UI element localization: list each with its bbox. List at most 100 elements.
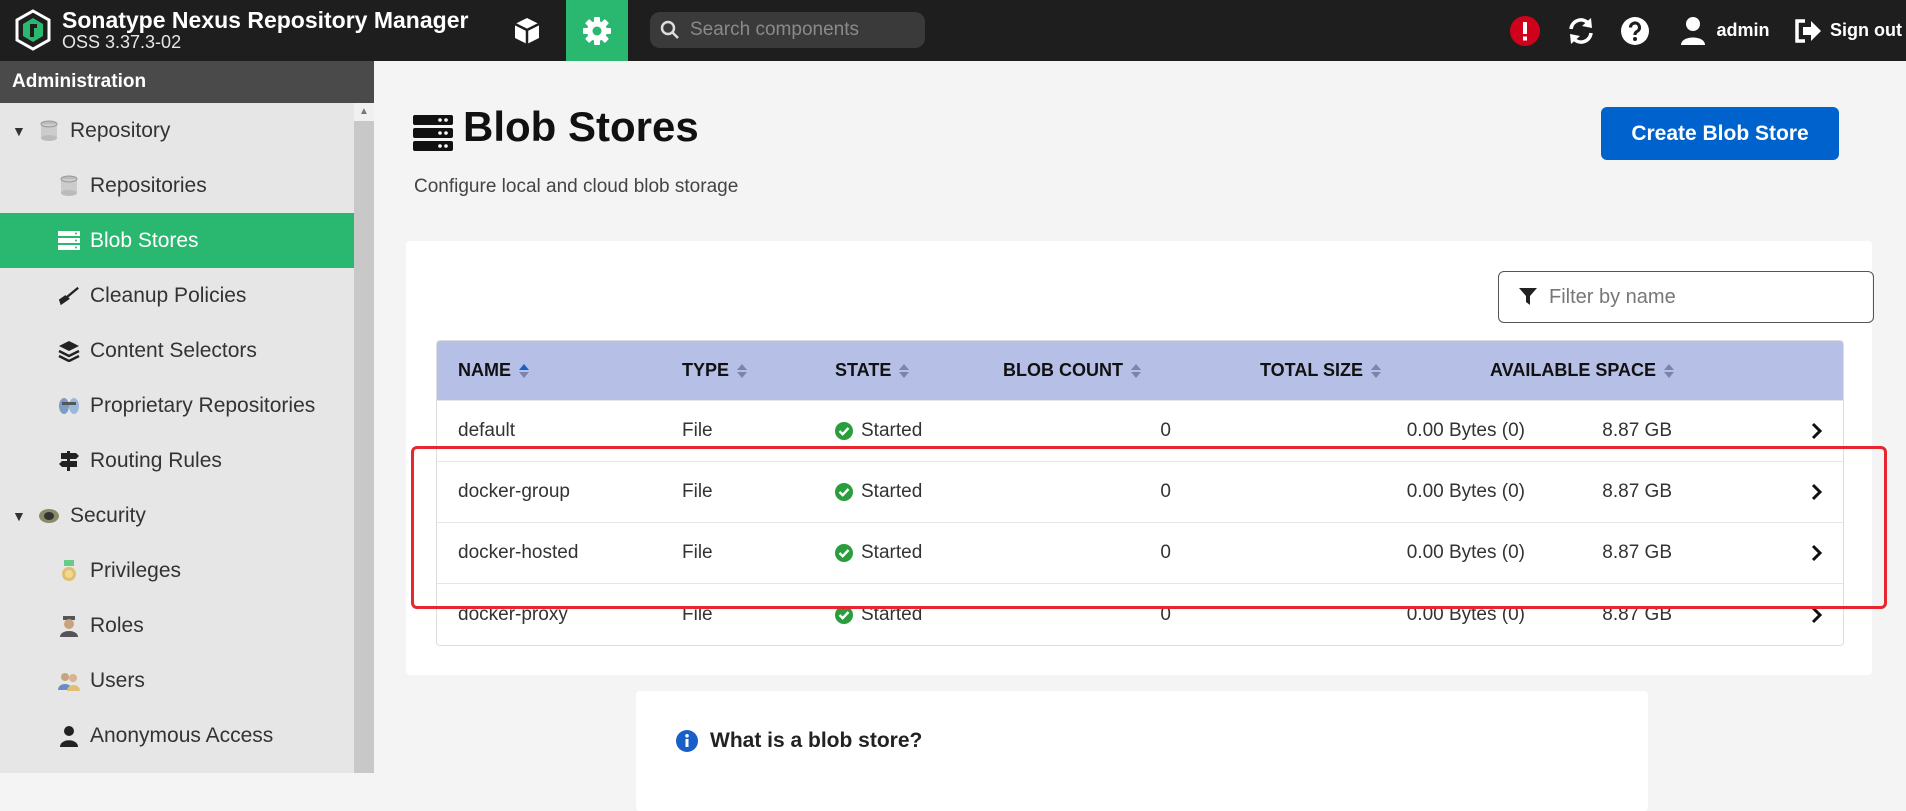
sidebar-scrollbar[interactable]: ▲ xyxy=(354,103,374,773)
database-icon xyxy=(58,175,80,197)
sidebar-item-blob-stores[interactable]: Blob Stores xyxy=(0,213,354,268)
signpost-icon xyxy=(58,450,80,472)
sidebar-item-label: Routing Rules xyxy=(90,448,222,472)
filter-input[interactable] xyxy=(1549,285,1849,309)
column-header-name[interactable]: NAME xyxy=(458,341,529,400)
cell-blob-count: 0 xyxy=(1160,603,1171,625)
user-label: admin xyxy=(1716,20,1770,40)
sidebar-item-security[interactable]: ▼ Security xyxy=(0,488,354,543)
column-header-available-space[interactable]: AVAILABLE SPACE xyxy=(1490,341,1675,400)
cell-state: Started xyxy=(835,462,922,522)
system-alert-button[interactable] xyxy=(1505,0,1545,61)
create-blob-store-button[interactable]: Create Blob Store xyxy=(1601,107,1839,160)
page-title: Blob Stores xyxy=(463,103,699,150)
chevron-right-icon[interactable] xyxy=(1807,401,1827,461)
sign-out-icon xyxy=(1795,18,1821,43)
layers-icon xyxy=(58,340,80,362)
broom-icon xyxy=(58,285,80,307)
cell-available-space: 8.87 GB xyxy=(1602,481,1672,502)
check-circle-icon xyxy=(835,544,853,562)
users-icon xyxy=(58,670,80,692)
sidebar-item-anonymous-access[interactable]: Anonymous Access xyxy=(0,708,354,763)
cell-total-size: 0.00 Bytes (0) xyxy=(1406,481,1525,502)
filter-icon xyxy=(1519,288,1537,305)
cell-blob-count: 0 xyxy=(1160,481,1171,502)
refresh-button[interactable] xyxy=(1560,0,1602,61)
check-circle-icon xyxy=(835,422,853,440)
alert-icon xyxy=(1510,15,1540,46)
sidebar-item-label: Users xyxy=(90,668,145,692)
search-input[interactable] xyxy=(690,19,910,41)
table-row[interactable]: default File Started 0 0.00 Bytes (0) 8.… xyxy=(437,401,1843,462)
sidebar-item-label: Content Selectors xyxy=(90,338,257,362)
page-subtitle: Configure local and cloud blob storage xyxy=(414,176,739,197)
blob-stores-table: NAME TYPE STATE BLOB COUNT TOTAL SIZE AV… xyxy=(436,340,1844,646)
column-header-blob-count[interactable]: BLOB COUNT xyxy=(1003,341,1141,400)
sign-out-button[interactable]: Sign out xyxy=(1790,0,1906,61)
cell-type: File xyxy=(682,603,713,625)
column-header-state[interactable]: STATE xyxy=(835,341,910,400)
cell-name: docker-proxy xyxy=(458,603,568,625)
cell-blob-count: 0 xyxy=(1160,542,1171,563)
cell-total-size: 0.00 Bytes (0) xyxy=(1406,420,1525,441)
sidebar-item-repositories[interactable]: Repositories xyxy=(0,158,354,213)
sidebar-item-repository[interactable]: ▼ Repository xyxy=(0,103,354,158)
scroll-up-arrow-icon[interactable]: ▲ xyxy=(354,103,374,121)
sidebar-item-users[interactable]: Users xyxy=(0,653,354,708)
sidebar-item-proprietary-repositories[interactable]: Proprietary Repositories xyxy=(0,378,354,433)
sidebar-item-content-selectors[interactable]: Content Selectors xyxy=(0,323,354,378)
sidebar-item-label: Roles xyxy=(90,613,144,637)
cell-name: default xyxy=(458,420,516,441)
sidebar-item-label: Repositories xyxy=(90,173,207,197)
cell-blob-count: 0 xyxy=(1160,420,1171,441)
sort-icon xyxy=(519,363,529,378)
sidebar-item-cleanup-policies[interactable]: Cleanup Policies xyxy=(0,268,354,323)
sidebar-item-routing-rules[interactable]: Routing Rules xyxy=(0,433,354,488)
administration-button[interactable] xyxy=(566,0,628,61)
sidebar-item-label: Anonymous Access xyxy=(90,723,274,747)
security-icon xyxy=(38,505,60,527)
sort-icon xyxy=(737,363,748,378)
refresh-icon xyxy=(1569,17,1593,44)
cell-type: File xyxy=(682,481,713,502)
main-content: Blob Stores Configure local and cloud bl… xyxy=(374,61,1906,811)
info-card: What is a blob store? xyxy=(636,691,1648,811)
info-title: What is a blob store? xyxy=(676,729,922,753)
column-header-type[interactable]: TYPE xyxy=(682,341,748,400)
cell-type: File xyxy=(682,420,713,441)
chevron-right-icon[interactable] xyxy=(1807,584,1827,645)
top-header: Sonatype Nexus Repository Manager OSS 3.… xyxy=(0,0,1906,61)
sidebar-item-label: Cleanup Policies xyxy=(90,283,247,307)
sort-icon xyxy=(1664,363,1675,378)
chevron-right-icon[interactable] xyxy=(1807,523,1827,583)
sidebar-item-label: Privileges xyxy=(90,558,182,582)
help-button[interactable] xyxy=(1615,0,1655,61)
sidebar-heading: Administration xyxy=(0,61,374,103)
cell-name: docker-group xyxy=(458,481,570,502)
column-header-total-size[interactable]: TOTAL SIZE xyxy=(1260,341,1382,400)
nexus-logo-icon[interactable] xyxy=(14,9,52,51)
user-menu-button[interactable]: admin xyxy=(1670,0,1780,61)
table-row[interactable]: docker-group File Started 0 0.00 Bytes (… xyxy=(437,462,1843,523)
caret-down-icon[interactable]: ▼ xyxy=(12,508,26,524)
filter-box[interactable] xyxy=(1498,271,1874,323)
table-row[interactable]: docker-proxy File Started 0 0.00 Bytes (… xyxy=(437,584,1843,645)
sidebar-item-roles[interactable]: Roles xyxy=(0,598,354,653)
blob-stores-card: NAME TYPE STATE BLOB COUNT TOTAL SIZE xyxy=(406,241,1874,675)
caret-down-icon[interactable]: ▼ xyxy=(12,123,26,139)
help-icon xyxy=(1621,16,1649,45)
browse-button[interactable] xyxy=(497,0,557,61)
proprietary-icon xyxy=(58,395,80,417)
user-icon xyxy=(58,725,80,747)
sidebar-item-privileges[interactable]: Privileges xyxy=(0,543,354,598)
sort-icon xyxy=(899,363,910,378)
cell-state: Started xyxy=(835,523,922,583)
search-box[interactable] xyxy=(650,12,925,48)
medal-icon xyxy=(58,559,80,582)
table-row[interactable]: docker-hosted File Started 0 0.00 Bytes … xyxy=(437,523,1843,584)
cell-available-space: 8.87 GB xyxy=(1602,542,1672,563)
cell-total-size: 0.00 Bytes (0) xyxy=(1406,542,1525,563)
sidebar-item-label: Blob Stores xyxy=(90,228,199,252)
info-icon xyxy=(676,730,698,752)
chevron-right-icon[interactable] xyxy=(1807,462,1827,522)
